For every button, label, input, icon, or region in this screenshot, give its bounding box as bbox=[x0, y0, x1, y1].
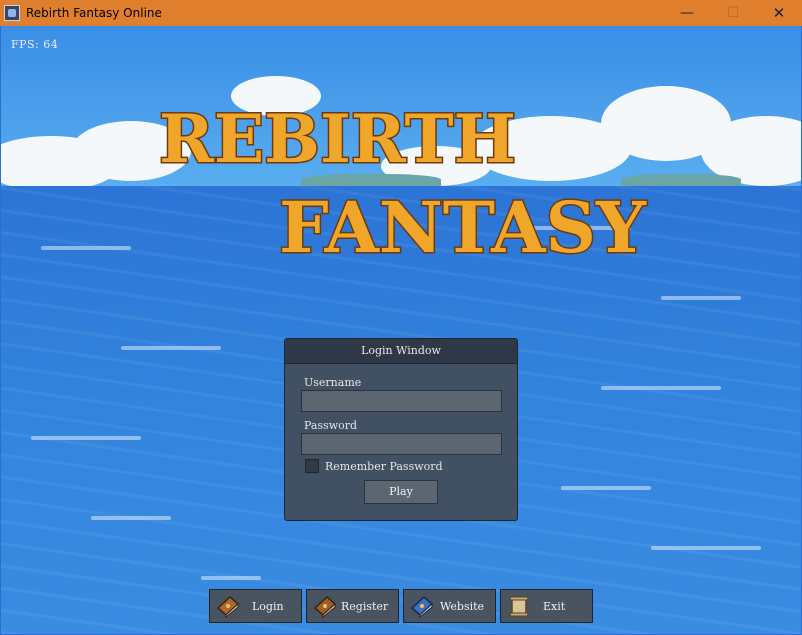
login-menu-button[interactable]: Login bbox=[209, 589, 302, 623]
scroll-icon bbox=[509, 596, 529, 617]
wave bbox=[121, 346, 221, 350]
login-menu-label: Login bbox=[252, 600, 284, 613]
website-menu-label: Website bbox=[440, 600, 485, 613]
wave bbox=[661, 296, 741, 300]
login-window-title: Login Window bbox=[285, 339, 517, 364]
register-menu-label: Register bbox=[341, 600, 389, 613]
app-icon bbox=[4, 5, 20, 21]
exit-menu-label: Exit bbox=[543, 600, 566, 613]
game-logo: REBIRTH FANTASY bbox=[158, 99, 649, 263]
wave bbox=[31, 436, 141, 440]
book-brown-icon bbox=[216, 595, 240, 618]
play-button[interactable]: Play bbox=[364, 480, 438, 504]
remember-password-label: Remember Password bbox=[325, 460, 443, 473]
wave bbox=[201, 576, 261, 580]
wave bbox=[91, 516, 171, 520]
website-menu-button[interactable]: Website bbox=[403, 589, 496, 623]
wave bbox=[561, 486, 651, 490]
logo-line-2: FANTASY bbox=[279, 186, 647, 262]
register-menu-button[interactable]: Register bbox=[306, 589, 399, 623]
book-brown-icon bbox=[313, 595, 337, 618]
fps-counter: FPS: 64 bbox=[11, 38, 59, 51]
username-field[interactable] bbox=[301, 390, 502, 412]
username-label: Username bbox=[304, 376, 362, 389]
game-canvas: FPS: 64 REBIRTH FANTASY Login Window Use… bbox=[1, 26, 801, 634]
login-window: Login Window Username Password Remember … bbox=[284, 338, 518, 521]
close-button[interactable]: ✕ bbox=[756, 0, 802, 26]
password-label: Password bbox=[304, 419, 358, 432]
exit-menu-button[interactable]: Exit bbox=[500, 589, 593, 623]
logo-line-1: REBIRTH bbox=[159, 100, 516, 178]
window-titlebar: Rebirth Fantasy Online — ☐ ✕ bbox=[0, 0, 802, 26]
wave bbox=[601, 386, 721, 390]
wave bbox=[41, 246, 131, 250]
maximize-button[interactable]: ☐ bbox=[710, 0, 756, 26]
book-blue-icon bbox=[410, 595, 434, 618]
password-field[interactable] bbox=[301, 433, 502, 455]
window-title: Rebirth Fantasy Online bbox=[26, 6, 162, 20]
wave bbox=[651, 546, 761, 550]
minimize-button[interactable]: — bbox=[664, 0, 710, 26]
remember-password-checkbox[interactable] bbox=[305, 459, 319, 473]
